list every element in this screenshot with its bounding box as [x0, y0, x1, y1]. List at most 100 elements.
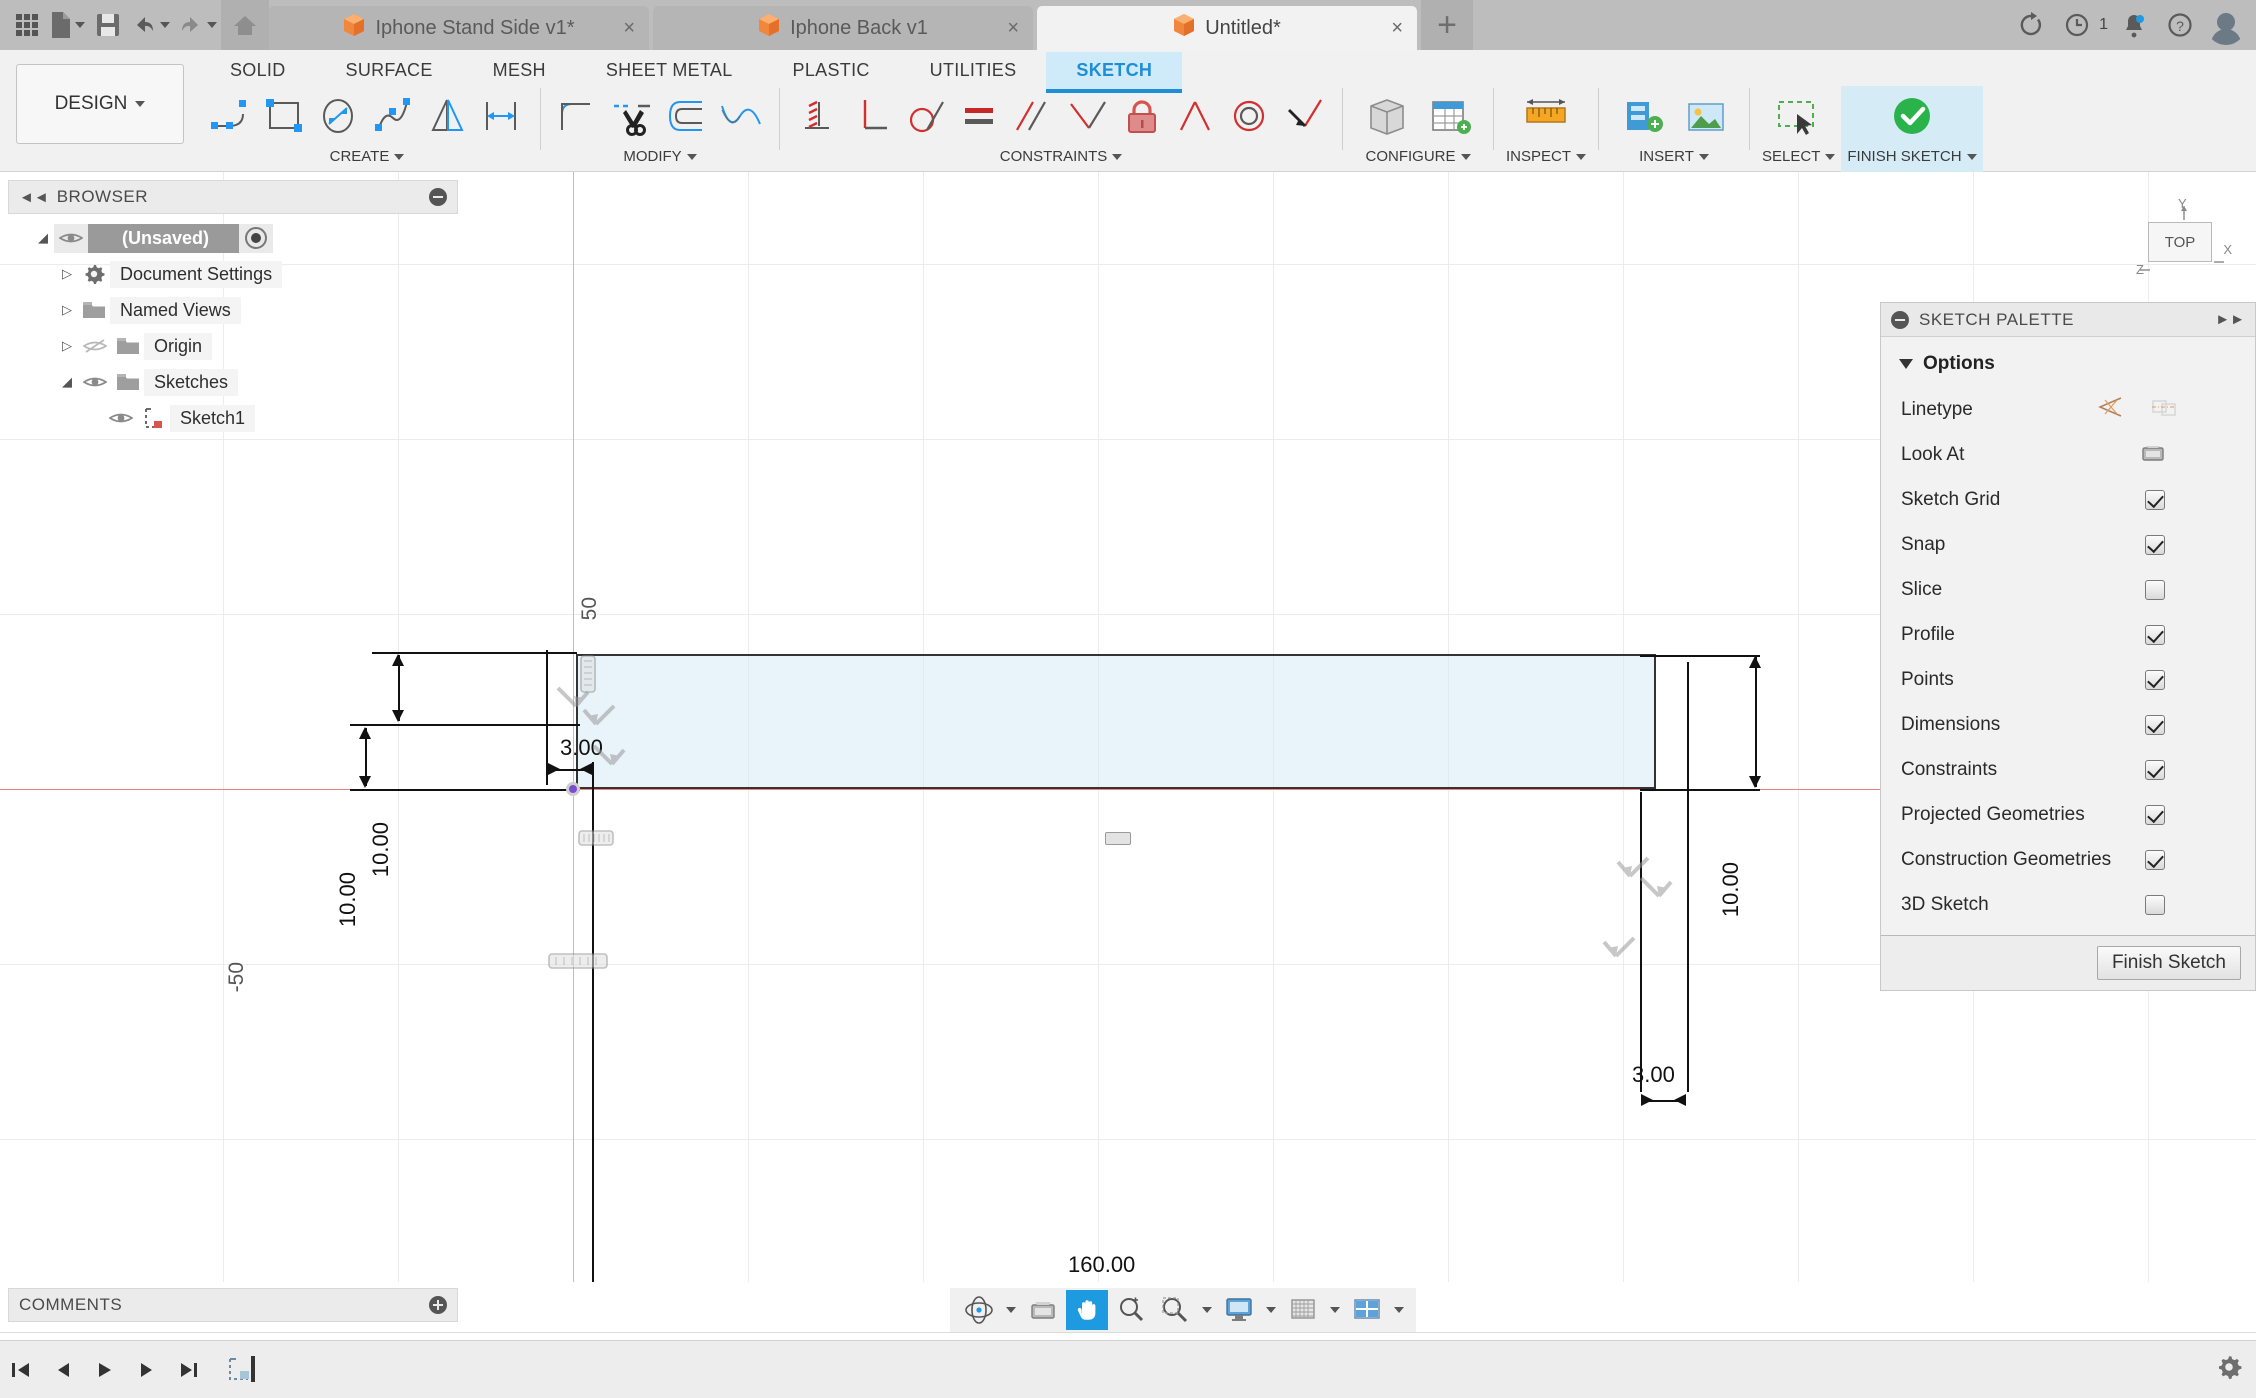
option-3d-sketch[interactable]: 3D Sketch	[1881, 882, 2255, 927]
mirror-icon[interactable]	[422, 88, 474, 144]
timeline-end-icon[interactable]	[168, 1349, 210, 1391]
recent-icon[interactable]	[2057, 5, 2097, 45]
offset-icon[interactable]	[661, 88, 713, 144]
document-tab-active[interactable]: Untitled* ×	[1037, 6, 1417, 50]
circle-icon[interactable]	[314, 88, 366, 144]
notifications-icon[interactable]	[2114, 5, 2154, 45]
grid-snap-icon[interactable]	[1282, 1290, 1324, 1330]
panel-configure-label[interactable]: CONFIGURE	[1366, 148, 1471, 165]
tangent-constraint-icon[interactable]	[900, 88, 952, 144]
look-at-icon[interactable]	[1022, 1290, 1064, 1330]
profile-checkbox[interactable]	[2145, 624, 2165, 645]
insert-image-icon[interactable]	[1675, 88, 1737, 144]
construction-geometries-checkbox[interactable]	[2145, 849, 2165, 870]
expander-icon[interactable]: ▷	[56, 338, 78, 354]
view-cube[interactable]: TOP X Z Y	[2136, 196, 2232, 290]
tree-item-sketches[interactable]: ◢ Sketches	[8, 364, 458, 400]
home-button[interactable]	[221, 0, 269, 50]
collapse-left-icon[interactable]: ◄◄	[19, 189, 49, 206]
expander-icon[interactable]: ◢	[56, 374, 78, 390]
constraint-glyph-perpendicular[interactable]	[588, 740, 628, 785]
chevron-down-icon[interactable]	[1262, 1290, 1280, 1330]
expander-icon[interactable]: ▷	[56, 302, 78, 318]
panel-finish-sketch-label[interactable]: FINISH SKETCH	[1847, 148, 1977, 165]
spline-icon[interactable]	[368, 88, 420, 144]
zoom-window-icon[interactable]	[1154, 1290, 1196, 1330]
close-icon[interactable]: ×	[1007, 17, 1019, 40]
panel-constraints-label[interactable]: CONSTRAINTS	[1000, 148, 1123, 165]
profile-grip[interactable]	[1105, 832, 1131, 845]
fix-lock-icon[interactable]	[1116, 88, 1168, 144]
tree-item-unsaved[interactable]: ◢ (Unsaved)	[8, 220, 458, 256]
sketch-grid-checkbox[interactable]	[2145, 489, 2165, 510]
finish-sketch-button[interactable]: Finish Sketch	[2096, 946, 2241, 980]
option-dimensions[interactable]: Dimensions	[1881, 702, 2255, 747]
look-at-icon[interactable]	[2141, 441, 2165, 469]
option-slice[interactable]: Slice	[1881, 567, 2255, 612]
chevron-down-icon[interactable]	[1198, 1290, 1216, 1330]
panel-create-label[interactable]: CREATE	[330, 148, 405, 165]
minimize-icon[interactable]	[429, 188, 447, 206]
configure-icon[interactable]	[1355, 88, 1417, 144]
measure-icon[interactable]	[1515, 88, 1577, 144]
option-snap[interactable]: Snap	[1881, 522, 2255, 567]
visibility-off-icon[interactable]	[78, 338, 112, 354]
visibility-icon[interactable]	[104, 410, 138, 426]
expander-icon[interactable]: ◢	[32, 230, 54, 246]
dimension-value[interactable]: 3.00	[1632, 1062, 1675, 1088]
option-projected-geometries[interactable]: Projected Geometries	[1881, 792, 2255, 837]
panel-insert-label[interactable]: INSERT	[1639, 148, 1709, 165]
symmetry-constraint-icon[interactable]	[1170, 88, 1222, 144]
tree-item-sketch1[interactable]: Sketch1	[8, 400, 458, 436]
tree-item-document-settings[interactable]: ▷ Document Settings	[8, 256, 458, 292]
activate-radio[interactable]	[245, 227, 268, 249]
visibility-icon[interactable]	[54, 230, 88, 246]
projected-geometries-checkbox[interactable]	[2145, 804, 2165, 825]
constraints-checkbox[interactable]	[2145, 759, 2165, 780]
perpendicular-constraint-icon[interactable]	[846, 88, 898, 144]
centerline-icon[interactable]	[2151, 395, 2177, 425]
points-checkbox[interactable]	[2145, 669, 2165, 690]
document-tab[interactable]: Iphone Stand Side v1* ×	[269, 6, 649, 50]
tree-item-origin[interactable]: ▷ Origin	[8, 328, 458, 364]
document-tab[interactable]: Iphone Back v1 ×	[653, 6, 1033, 50]
close-icon[interactable]: ×	[623, 17, 635, 40]
parallel-constraint-icon[interactable]	[1008, 88, 1060, 144]
panel-select-label[interactable]: SELECT	[1762, 148, 1836, 165]
finish-sketch-icon[interactable]	[1881, 88, 1943, 144]
chevron-down-icon[interactable]	[1390, 1290, 1408, 1330]
option-sketch-grid[interactable]: Sketch Grid	[1881, 477, 2255, 522]
option-look-at[interactable]: Look At	[1881, 432, 2255, 477]
refresh-icon[interactable]	[2011, 5, 2051, 45]
panel-inspect-label[interactable]: INSPECT	[1506, 148, 1587, 165]
viewports-icon[interactable]	[1346, 1290, 1388, 1330]
constraint-glyph-perpendicular[interactable]	[1635, 872, 1675, 917]
close-icon[interactable]: ×	[1391, 17, 1403, 40]
dimension-value[interactable]: 10.00	[1718, 862, 1744, 917]
collinear-constraint-icon[interactable]	[1278, 88, 1330, 144]
redo-button[interactable]	[174, 4, 221, 46]
file-button[interactable]	[46, 4, 89, 46]
midpoint-constraint-icon[interactable]	[1062, 88, 1114, 144]
chevron-down-icon[interactable]	[1326, 1290, 1344, 1330]
construction-line-icon[interactable]	[2097, 395, 2123, 425]
app-grid-icon[interactable]	[8, 4, 46, 46]
option-constraints[interactable]: Constraints	[1881, 747, 2255, 792]
equal-constraint-icon[interactable]	[954, 88, 1006, 144]
constraint-glyph[interactable]	[578, 827, 614, 854]
dimension-value[interactable]: 160.00	[1068, 1252, 1135, 1278]
option-linetype[interactable]: Linetype	[1881, 387, 2255, 432]
display-settings-icon[interactable]	[1218, 1290, 1260, 1330]
visibility-icon[interactable]	[78, 374, 112, 390]
curvature-icon[interactable]	[715, 88, 767, 144]
undo-button[interactable]	[127, 4, 174, 46]
dimension-value[interactable]: 10.00	[335, 872, 361, 927]
insert-derive-icon[interactable]	[1611, 88, 1673, 144]
configure-table-icon[interactable]	[1419, 88, 1481, 144]
concentric-constraint-icon[interactable]	[1224, 88, 1276, 144]
help-icon[interactable]: ?	[2160, 5, 2200, 45]
panel-finish-sketch[interactable]: FINISH SKETCH	[1841, 86, 1983, 172]
panel-modify-label[interactable]: MODIFY	[623, 148, 697, 165]
timeline-sketch-feature[interactable]	[224, 1353, 258, 1387]
slice-checkbox[interactable]	[2145, 579, 2165, 600]
